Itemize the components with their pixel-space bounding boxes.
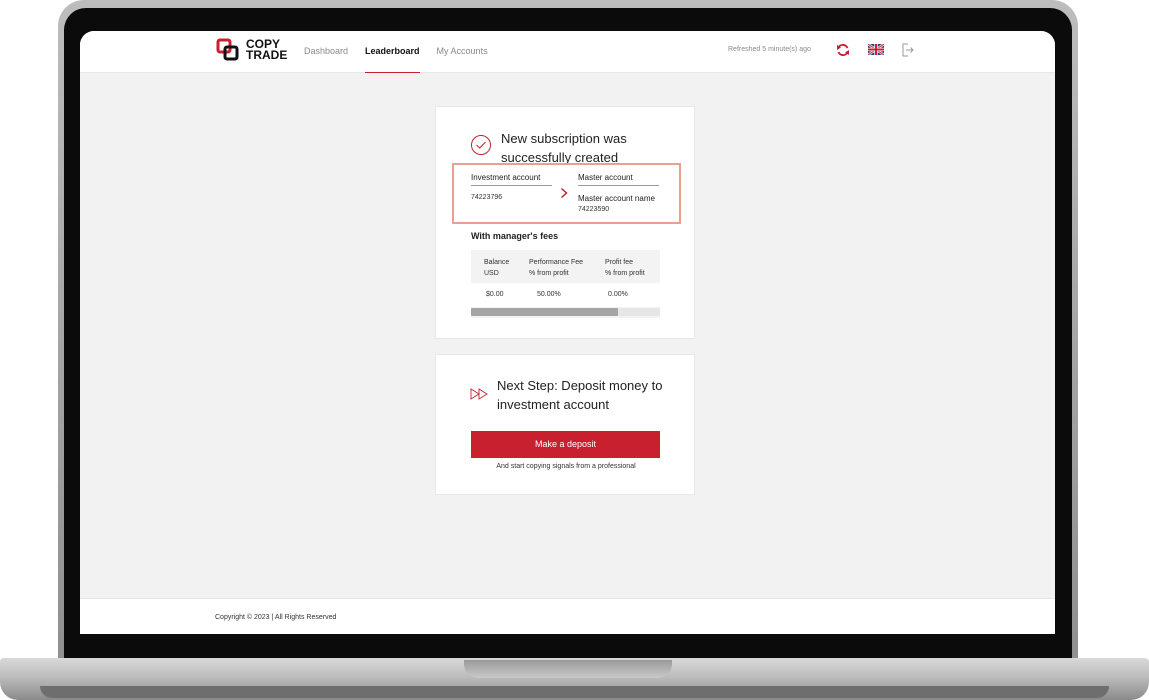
fees-table: Balance USD Performance Fee % from profi…: [471, 250, 660, 318]
scrollbar-thumb[interactable]: [471, 308, 619, 316]
uk-flag-icon[interactable]: [868, 44, 884, 55]
logo-line2: TRADE: [246, 48, 288, 62]
footer: Copyright © 2023 | All Rights Reserved: [80, 598, 1055, 634]
refreshed-status: Refreshed 5 minute(s) ago: [728, 46, 811, 53]
fees-header-performance-line2: % from profit: [529, 270, 569, 277]
logo-text: COPY TRADE: [246, 38, 288, 62]
laptop-base-shadow: [40, 686, 1109, 698]
make-deposit-button[interactable]: Make a deposit: [471, 431, 660, 458]
chevron-right-icon: [560, 187, 568, 199]
master-account: Master account Master account name 74223…: [578, 173, 659, 213]
fees-header-performance: Performance Fee % from profit: [529, 257, 583, 279]
fees-header-profit-line2: % from profit: [605, 270, 645, 277]
fees-header-profit: Profit fee % from profit: [605, 257, 645, 279]
refresh-icon[interactable]: [836, 43, 850, 57]
double-chevron-right-icon: [470, 388, 488, 400]
deposit-subtitle: And start copying signals from a profess…: [496, 463, 636, 470]
check-circle-icon: [471, 135, 491, 155]
fees-header-profit-line1: Profit fee: [605, 259, 634, 266]
investment-account-number: 74223796: [471, 194, 503, 201]
fees-header-balance-line2: USD: [484, 270, 499, 277]
investment-account-label: Investment account: [471, 173, 552, 186]
top-header: COPY TRADE Dashboard Leaderboard My Acco…: [80, 31, 1055, 73]
fees-cell-profit: 0.00%: [608, 291, 628, 298]
fees-cell-performance: 50.00%: [537, 291, 561, 298]
logo-icon: [216, 38, 239, 61]
master-account-number: 74223590: [578, 206, 610, 213]
main-nav: Dashboard Leaderboard My Accounts: [304, 31, 505, 73]
laptop-notch: [464, 660, 672, 678]
next-step-card: Next Step: Deposit money to investment a…: [435, 354, 695, 495]
fees-cell-balance: $0.00: [486, 291, 504, 298]
logout-icon[interactable]: [902, 43, 914, 57]
success-title: New subscription was successfully create…: [501, 131, 627, 165]
subscription-card: New subscription was successfully create…: [435, 106, 695, 339]
fees-header-balance-line1: Balance: [484, 259, 510, 266]
nav-dashboard[interactable]: Dashboard: [304, 31, 348, 73]
investment-account: Investment account 74223796: [471, 173, 552, 201]
nav-my-accounts[interactable]: My Accounts: [437, 31, 488, 73]
master-account-name: Master account name: [578, 194, 655, 203]
copyright-text: Copyright © 2023 | All Rights Reserved: [215, 614, 337, 621]
app-screen: COPY TRADE Dashboard Leaderboard My Acco…: [80, 31, 1055, 634]
fees-header-balance: Balance USD: [484, 257, 509, 279]
master-account-label: Master account: [578, 173, 659, 186]
next-step-title: Next Step: Deposit money to investment a…: [497, 378, 663, 412]
fees-title: With manager's fees: [471, 231, 559, 241]
copy-trade-logo[interactable]: COPY TRADE: [216, 38, 288, 62]
nav-leaderboard[interactable]: Leaderboard: [365, 31, 420, 73]
fees-header-performance-line1: Performance Fee: [529, 259, 584, 266]
